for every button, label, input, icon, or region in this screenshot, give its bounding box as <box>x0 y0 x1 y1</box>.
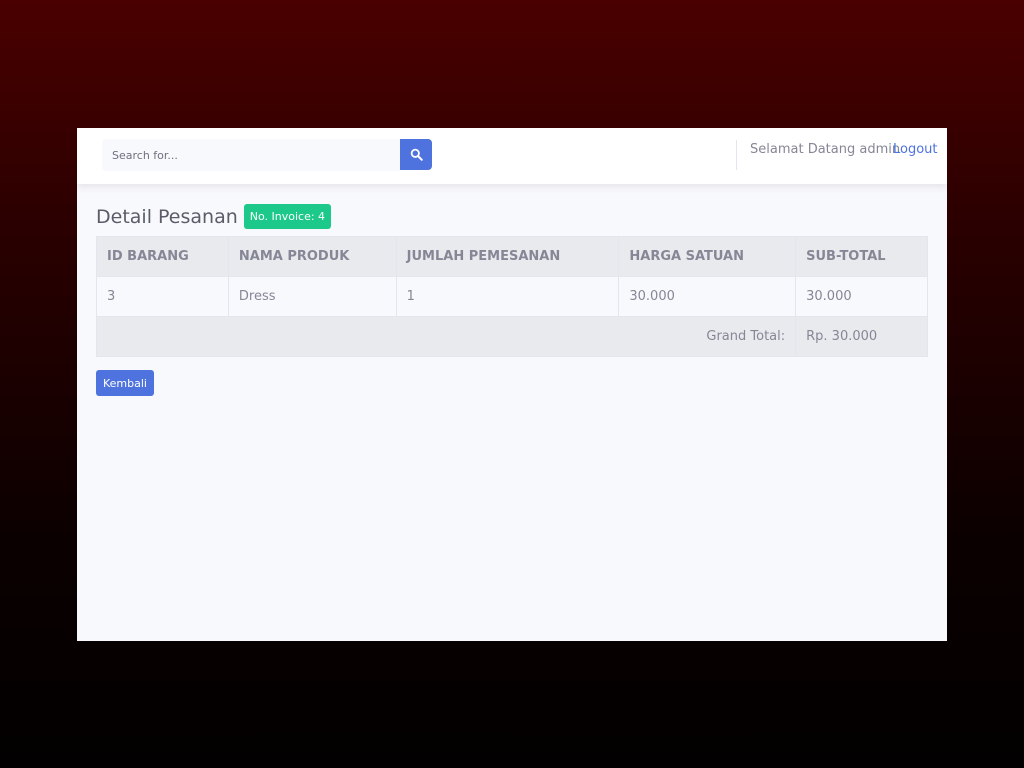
invoice-badge: No. Invoice: 4 <box>243 204 332 229</box>
welcome-text: Selamat Datang admin <box>750 142 901 157</box>
app-window: Selamat Datang admin Logout Detail Pesan… <box>77 128 947 641</box>
cell-id-barang: 3 <box>96 276 229 317</box>
cell-harga-satuan: 30.000 <box>618 276 797 317</box>
header-harga-satuan: HARGA SATUAN <box>618 236 797 277</box>
topbar-divider <box>736 140 737 170</box>
search-group <box>102 139 432 171</box>
cell-nama-produk: Dress <box>227 276 397 317</box>
topbar: Selamat Datang admin Logout <box>77 128 947 184</box>
cell-jumlah-pemesanan: 1 <box>395 276 620 317</box>
logout-link[interactable]: Logout <box>893 142 938 157</box>
cell-sub-total: 30.000 <box>795 276 928 317</box>
table-header-row: ID BARANG NAMA PRODUK JUMLAH PEMESANAN H… <box>96 236 928 277</box>
header-id-barang: ID BARANG <box>96 236 229 277</box>
grand-total-label: Grand Total: <box>95 316 797 357</box>
search-input[interactable] <box>102 139 400 171</box>
header-sub-total: SUB-TOTAL <box>795 236 928 277</box>
header-nama-produk: NAMA PRODUK <box>227 236 397 277</box>
header-jumlah-pemesanan: JUMLAH PEMESANAN <box>395 236 620 277</box>
grand-total-value: Rp. 30.000 <box>795 316 928 357</box>
search-button[interactable] <box>400 139 432 170</box>
heading-row: Detail Pesanan No. Invoice: 4 <box>96 204 332 229</box>
table-row: 3 Dress 1 30.000 30.000 <box>96 276 928 317</box>
search-icon <box>410 148 423 161</box>
grand-total-row: Grand Total: Rp. 30.000 <box>95 316 928 357</box>
order-detail-table: ID BARANG NAMA PRODUK JUMLAH PEMESANAN H… <box>95 236 928 357</box>
back-button[interactable]: Kembali <box>96 370 154 396</box>
page-title: Detail Pesanan <box>96 205 238 228</box>
